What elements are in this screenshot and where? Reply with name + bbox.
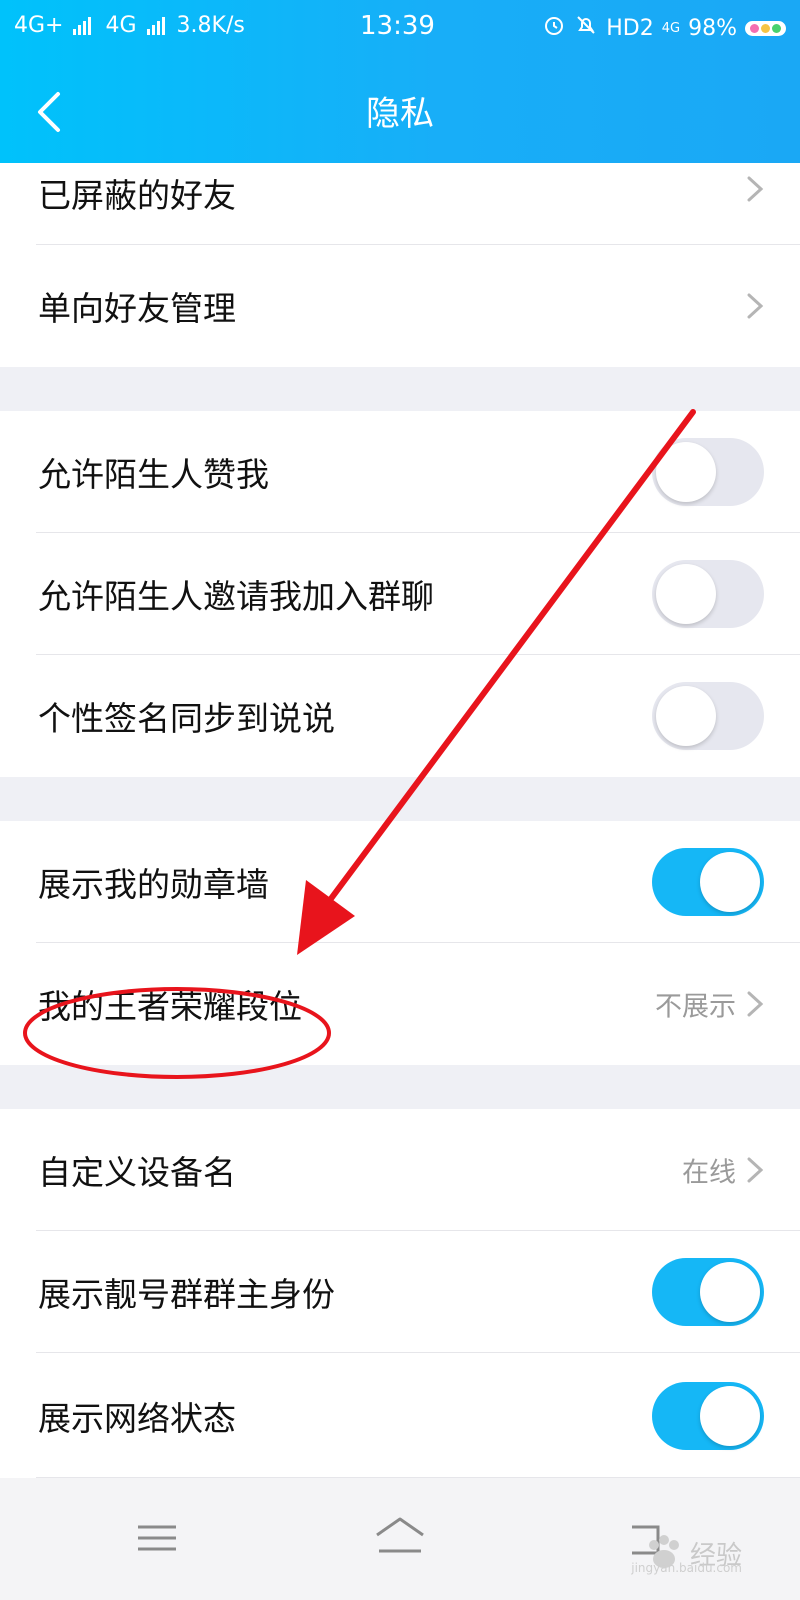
watermark-sub: jingyan.baidu.com bbox=[631, 1561, 742, 1575]
row-label: 允许陌生人赞我 bbox=[38, 455, 269, 494]
signal-icon bbox=[73, 16, 92, 35]
row-label: 单向好友管理 bbox=[38, 289, 236, 328]
menu-icon bbox=[138, 1525, 176, 1551]
row-allow-stranger-invite: 允许陌生人邀请我加入群聊 bbox=[0, 533, 800, 655]
network-label-1: 4G+ bbox=[14, 13, 64, 38]
toggle-knob bbox=[700, 1385, 760, 1446]
menu-button[interactable] bbox=[122, 1503, 192, 1573]
row-blocked-friends[interactable]: 已屏蔽的好友 bbox=[0, 163, 800, 245]
row-one-way-friends[interactable]: 单向好友管理 bbox=[0, 245, 800, 367]
status-left: 4G+ 4G 3.8K/s bbox=[14, 13, 245, 38]
status-right: HD2 4G 98% bbox=[542, 13, 786, 43]
app-header: 4G+ 4G 3.8K/s 13:39 HD2 4G 98% 隐私 bbox=[0, 0, 800, 163]
network-label-2: 4G bbox=[105, 13, 137, 38]
row-signature-sync: 个性签名同步到说说 bbox=[0, 655, 800, 777]
row-show-network-status: 展示网络状态 bbox=[0, 1353, 800, 1478]
system-nav-bar: 经验 jingyan.baidu.com bbox=[0, 1478, 800, 1600]
row-label: 展示我的勋章墙 bbox=[38, 865, 269, 904]
watermark: 经验 jingyan.baidu.com bbox=[631, 1531, 742, 1575]
toggle-switch[interactable] bbox=[652, 848, 764, 916]
toggle-switch[interactable] bbox=[652, 438, 764, 506]
toggle-knob bbox=[656, 686, 716, 746]
alarm-icon bbox=[542, 13, 566, 43]
chevron-right-icon bbox=[747, 991, 764, 1017]
row-label: 允许陌生人邀请我加入群聊 bbox=[38, 577, 434, 616]
toggle-knob bbox=[656, 442, 716, 502]
row-show-medal-wall: 展示我的勋章墙 bbox=[0, 821, 800, 943]
row-label: 展示网络状态 bbox=[38, 1398, 236, 1438]
home-icon bbox=[376, 1517, 424, 1553]
row-label: 个性签名同步到说说 bbox=[38, 699, 335, 738]
chevron-right-icon bbox=[747, 176, 764, 202]
row-honor-of-kings-rank[interactable]: 我的王者荣耀段位 不展示 bbox=[0, 943, 800, 1065]
toggle-knob bbox=[656, 564, 716, 624]
row-label: 展示靓号群群主身份 bbox=[38, 1275, 335, 1314]
mute-bell-icon bbox=[574, 13, 598, 43]
status-time: 13:39 bbox=[360, 11, 435, 41]
battery-icon bbox=[745, 20, 786, 36]
chevron-right-icon bbox=[747, 293, 764, 319]
row-allow-stranger-like: 允许陌生人赞我 bbox=[0, 411, 800, 533]
signal-icon bbox=[146, 16, 165, 35]
row-show-group-owner: 展示靓号群群主身份 bbox=[0, 1231, 800, 1353]
status-bar: 4G+ 4G 3.8K/s 13:39 HD2 4G 98% bbox=[0, 0, 800, 55]
toggle-knob bbox=[700, 1262, 760, 1322]
network-speed: 3.8K/s bbox=[176, 13, 245, 38]
battery-label: 98% bbox=[688, 15, 737, 41]
toggle-switch[interactable] bbox=[652, 1381, 764, 1450]
row-custom-device-name[interactable]: 自定义设备名 在线 bbox=[0, 1109, 800, 1231]
row-label: 我的王者荣耀段位 bbox=[38, 987, 302, 1026]
row-label: 自定义设备名 bbox=[38, 1153, 236, 1192]
net-small-label: 4G bbox=[661, 20, 681, 36]
toggle-switch[interactable] bbox=[652, 560, 764, 628]
toggle-knob bbox=[700, 852, 760, 912]
row-value: 不展示 bbox=[655, 991, 736, 1023]
page-title: 隐私 bbox=[366, 94, 434, 134]
nav-bar: 隐私 bbox=[0, 60, 800, 160]
row-label: 已屏蔽的好友 bbox=[38, 176, 236, 215]
chevron-right-icon bbox=[747, 1157, 764, 1183]
toggle-switch[interactable] bbox=[652, 682, 764, 750]
home-button[interactable] bbox=[365, 1503, 435, 1573]
row-value: 在线 bbox=[682, 1157, 736, 1189]
toggle-switch[interactable] bbox=[652, 1258, 764, 1326]
hd-label: HD2 bbox=[606, 15, 654, 41]
